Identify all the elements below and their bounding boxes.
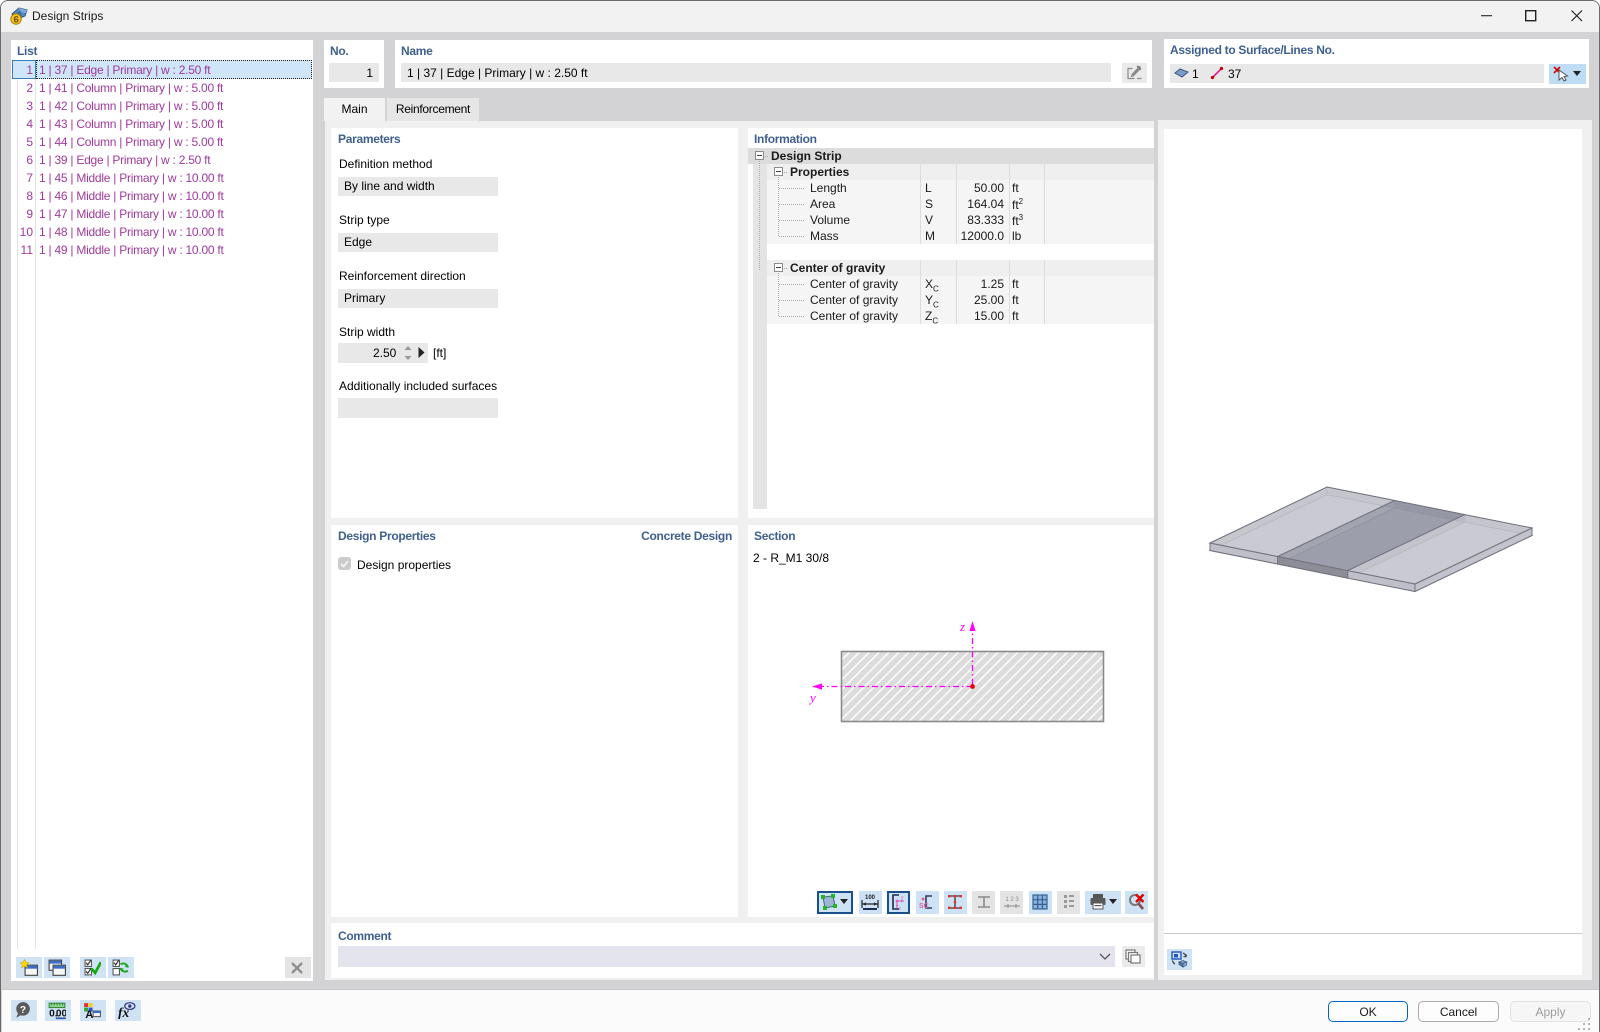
svg-text:A: A [85, 1009, 93, 1020]
svg-text:100: 100 [865, 895, 876, 901]
svg-text:y: y [901, 895, 904, 901]
svg-text:z: z [899, 906, 902, 911]
svg-text:z: z [959, 619, 965, 634]
svg-text:SC: SC [919, 903, 929, 910]
svg-text:?: ? [20, 1005, 26, 1016]
svg-text:1 2 3: 1 2 3 [1005, 897, 1019, 903]
svg-text:fx: fx [118, 1005, 129, 1019]
svg-text:6: 6 [14, 15, 19, 26]
svg-text:y: y [808, 690, 816, 705]
